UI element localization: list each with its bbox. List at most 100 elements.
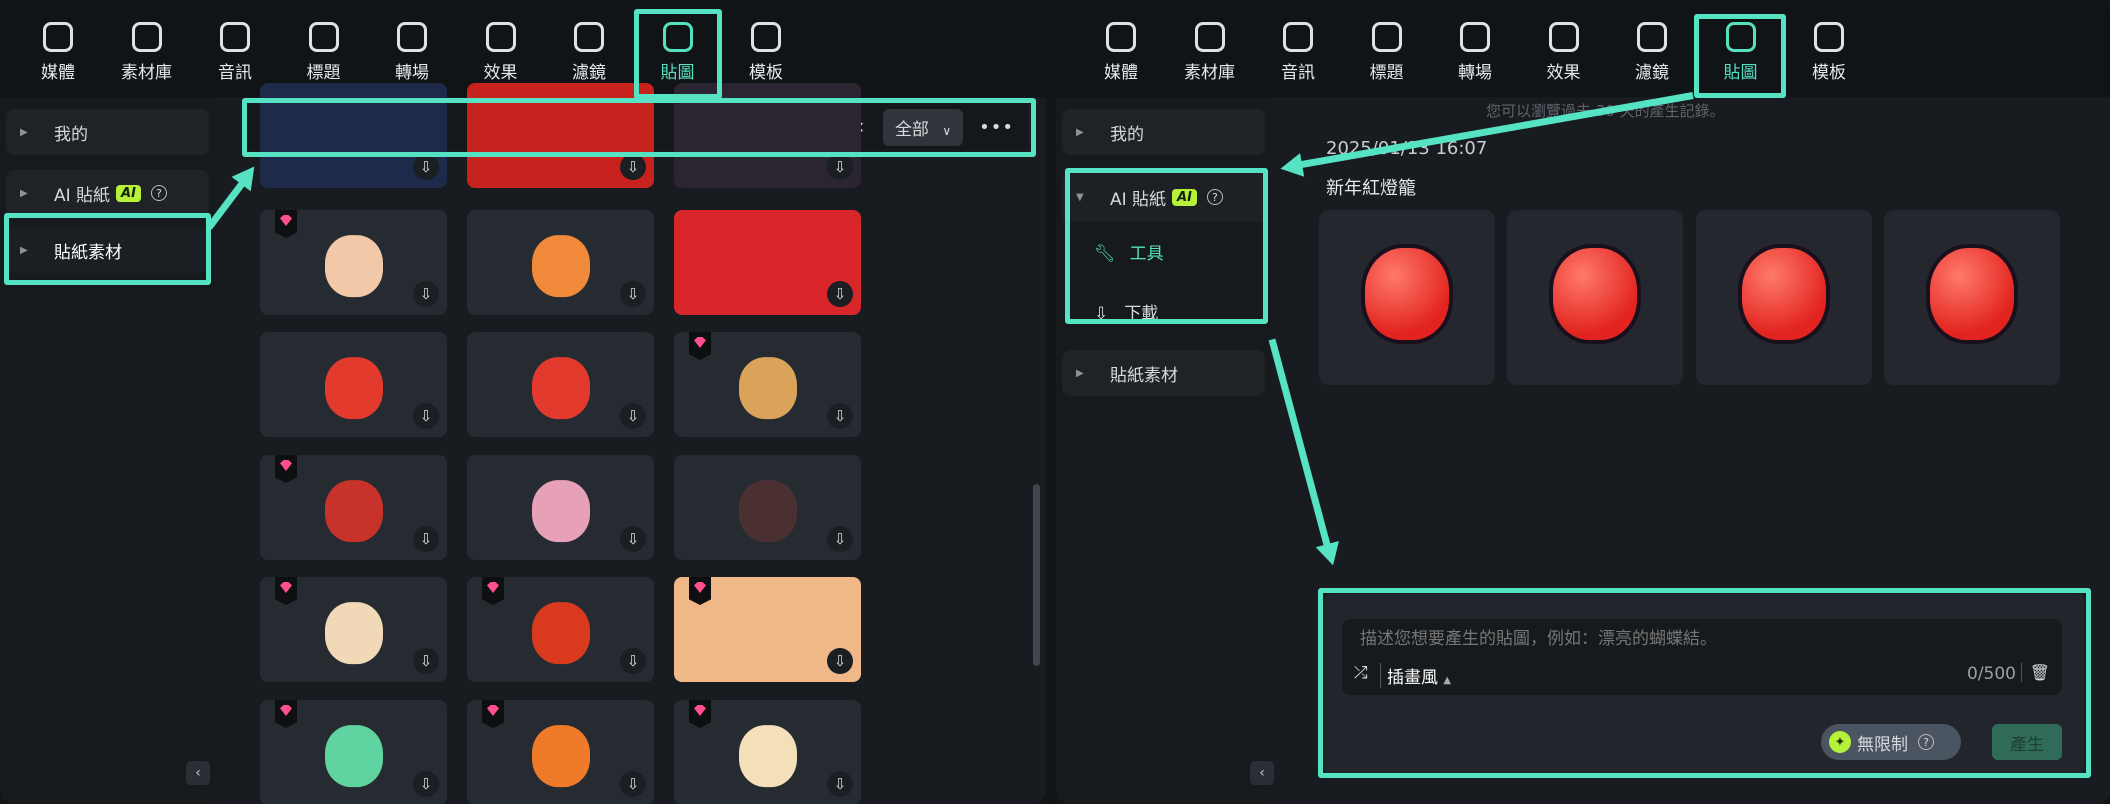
collapse-sidebar-button[interactable]: ‹ <box>186 761 210 785</box>
sticker-thumbnail <box>324 724 383 787</box>
tab-sticker[interactable]: 貼圖 <box>638 22 718 83</box>
download-icon[interactable]: ⇩ <box>620 281 646 307</box>
generated-sticker-card[interactable] <box>1507 210 1683 385</box>
tab-store[interactable]: 素材庫 <box>1170 22 1250 83</box>
sticker-card[interactable]: ⇩ <box>674 455 861 560</box>
sticker-card[interactable]: ⇩ <box>467 210 654 315</box>
shuffle-icon[interactable]: ⤮ <box>1354 663 1368 683</box>
music-icon <box>220 22 250 52</box>
tab-template[interactable]: 模板 <box>1789 22 1869 83</box>
generated-sticker-card[interactable] <box>1696 210 1872 385</box>
tab-label: 貼圖 <box>660 63 695 83</box>
sticker-card[interactable]: ⇩ <box>674 210 861 315</box>
generate-button[interactable]: 產生 <box>1992 724 2062 760</box>
download-icon[interactable]: ⇩ <box>413 526 439 552</box>
premium-gem-icon <box>275 210 297 238</box>
tab-title[interactable]: 標題 <box>1347 22 1427 83</box>
sticker-card[interactable]: ⇩ <box>260 700 447 804</box>
tab-effects[interactable]: 效果 <box>1524 22 1604 83</box>
lantern-sticker-image <box>1926 244 2018 344</box>
help-icon[interactable]: ? <box>1206 189 1223 205</box>
help-icon[interactable]: ? <box>1918 734 1934 750</box>
sidebar-item-mine[interactable]: ▶ 我的 <box>1062 109 1265 155</box>
tab-transition[interactable]: 轉場 <box>1435 22 1515 83</box>
tab-effects[interactable]: 效果 <box>461 22 541 83</box>
download-icon[interactable]: ⇩ <box>620 403 646 429</box>
scrollbar[interactable] <box>1033 484 1040 666</box>
download-icon[interactable]: ⇩ <box>620 526 646 552</box>
download-icon[interactable]: ⇩ <box>827 526 853 552</box>
tab-media[interactable]: 媒體 <box>18 22 98 83</box>
sticker-icon <box>662 22 693 52</box>
template-icon <box>1814 22 1844 52</box>
sidebar-item-sticker-assets[interactable]: ▶ 貼紙素材 <box>1062 350 1265 396</box>
tab-template[interactable]: 模板 <box>726 22 806 83</box>
tab-filter[interactable]: 濾鏡 <box>549 22 629 83</box>
sticker-card[interactable]: ⇩ <box>674 332 861 437</box>
download-icon[interactable]: ⇩ <box>413 154 439 180</box>
prompt-input[interactable] <box>1360 629 2040 649</box>
sticker-card[interactable]: ⇩ <box>467 700 654 804</box>
tab-filter[interactable]: 濾鏡 <box>1612 22 1692 83</box>
collapse-sidebar-button[interactable]: ‹ <box>1250 761 1274 785</box>
trash-icon[interactable]: 🗑︎ <box>2020 663 2050 682</box>
right-panel: 媒體 素材庫 音訊 標題 轉場 效果 濾鏡 貼圖 模板 ▶ 我的 ▼ AI 貼紙 AI? 🔧︎ 工具 ⇩… <box>1056 0 2110 804</box>
toolbar: 媒體 素材庫 音訊 標題 轉場 效果 濾鏡 貼圖 模板 <box>1056 0 2110 97</box>
sticker-card[interactable]: ⇩ <box>467 455 654 560</box>
music-icon <box>1283 22 1313 52</box>
generated-sticker-card[interactable] <box>1319 210 1495 385</box>
sidebar-subitem-download[interactable]: ⇩ 下載 <box>1094 299 1158 324</box>
more-options-button[interactable]: ••• <box>979 117 1014 138</box>
help-icon[interactable]: ? <box>150 185 167 201</box>
download-icon[interactable]: ⇩ <box>413 771 439 797</box>
style-dropdown[interactable]: 插畫風 ▲ <box>1380 663 1451 688</box>
sticker-card[interactable]: ⇩ <box>674 700 861 804</box>
download-icon[interactable]: ⇩ <box>413 281 439 307</box>
caret-right-icon: ▶ <box>1076 126 1084 138</box>
premium-gem-icon <box>275 577 297 605</box>
store-icon <box>131 22 162 52</box>
sticker-card[interactable]: ⇩ <box>260 577 447 682</box>
sticker-card[interactable]: ⇩ <box>260 332 447 437</box>
download-icon[interactable]: ⇩ <box>827 648 853 674</box>
sidebar-item-sticker-assets[interactable]: ▶ 貼紙素材 <box>6 227 209 273</box>
sticker-card[interactable]: ⇩ <box>260 210 447 315</box>
generated-sticker-card[interactable] <box>1884 210 2060 385</box>
sticker-thumbnail <box>531 234 590 297</box>
tab-title[interactable]: 標題 <box>284 22 364 83</box>
tab-store[interactable]: 素材庫 <box>107 22 187 83</box>
sticker-card[interactable]: ⇩ <box>467 83 654 188</box>
sticker-card[interactable]: ⇩ <box>260 455 447 560</box>
sticker-card[interactable]: ⇩ <box>467 577 654 682</box>
download-icon[interactable]: ⇩ <box>620 648 646 674</box>
download-icon[interactable]: ⇩ <box>413 648 439 674</box>
unlimited-credits-badge[interactable]: ✦ 無限制 ? <box>1821 724 1961 760</box>
download-icon[interactable]: ⇩ <box>620 154 646 180</box>
tab-label: 轉場 <box>395 63 429 83</box>
tab-media[interactable]: 媒體 <box>1081 22 1161 83</box>
sticker-card[interactable]: ⇩ <box>674 577 861 682</box>
sidebar-item-ai-sticker[interactable]: ▼ AI 貼紙 AI? <box>1062 172 1265 222</box>
sticker-thumbnail <box>531 724 590 787</box>
tab-music[interactable]: 音訊 <box>195 22 275 83</box>
tab-sticker[interactable]: 貼圖 <box>1701 22 1781 83</box>
tab-transition[interactable]: 轉場 <box>372 22 452 83</box>
filter-dropdown[interactable]: 全部 ∨ <box>882 108 964 146</box>
effects-icon <box>485 22 516 52</box>
sidebar-item-ai-sticker[interactable]: ▶ AI 貼紙 AI? <box>6 170 209 216</box>
download-icon[interactable]: ⇩ <box>827 403 853 429</box>
label: AI 貼紙 <box>54 185 111 206</box>
download-icon[interactable]: ⇩ <box>827 281 853 307</box>
tab-music[interactable]: 音訊 <box>1258 22 1338 83</box>
sidebar-subitem-tools[interactable]: 🔧︎ 工具 <box>1094 239 1164 264</box>
download-icon[interactable]: ⇩ <box>620 771 646 797</box>
sticker-card[interactable]: ⇩ <box>260 83 447 188</box>
sticker-card[interactable]: ⇩ <box>674 83 861 188</box>
sidebar: ▶ 我的 ▶ AI 貼紙 AI? ▶ 貼紙素材 <box>0 97 215 804</box>
prompt-box: ⤮ 插畫風 ▲ 0/500 🗑︎ <box>1342 619 2062 695</box>
sticker-card[interactable]: ⇩ <box>467 332 654 437</box>
sidebar-item-mine[interactable]: ▶ 我的 <box>6 109 209 155</box>
download-icon[interactable]: ⇩ <box>827 154 853 180</box>
download-icon[interactable]: ⇩ <box>827 771 853 797</box>
download-icon[interactable]: ⇩ <box>413 403 439 429</box>
